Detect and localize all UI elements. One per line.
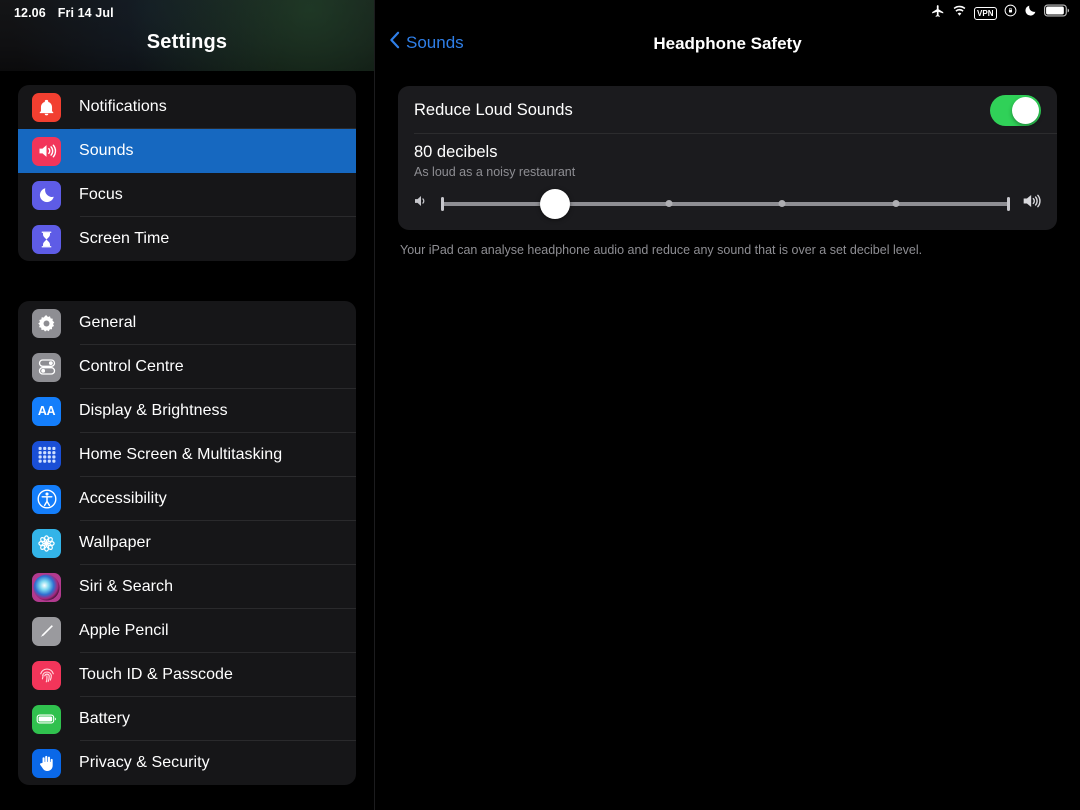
sidebar-item-general[interactable]: General bbox=[18, 301, 356, 345]
sidebar-item-display-brightness[interactable]: AA Display & Brightness bbox=[18, 389, 356, 433]
slider-cap-start bbox=[441, 196, 444, 211]
sidebar-item-notifications[interactable]: Notifications bbox=[18, 85, 356, 129]
headphone-safety-footnote: Your iPad can analyse headphone audio an… bbox=[400, 243, 923, 257]
sidebar-item-siri-search[interactable]: Siri & Search bbox=[18, 565, 356, 609]
gear-icon bbox=[32, 308, 61, 338]
fingerprint-icon bbox=[32, 660, 61, 690]
sidebar-item-label: Battery bbox=[79, 710, 131, 727]
app-grid-icon bbox=[32, 440, 61, 470]
page-title: Settings bbox=[146, 31, 228, 53]
reduce-loud-sounds-row[interactable]: Reduce Loud Sounds bbox=[398, 86, 1057, 134]
flower-icon bbox=[32, 528, 61, 558]
decibel-slider[interactable] bbox=[441, 188, 1010, 219]
sidebar-item-label: Siri & Search bbox=[79, 578, 174, 595]
detail-navigation-bar: Sounds Headphone Safety bbox=[375, 0, 1080, 71]
slider-track bbox=[441, 201, 1010, 206]
slider-tick bbox=[892, 200, 900, 207]
sidebar-item-label: Home Screen & Multitasking bbox=[79, 446, 283, 463]
sidebar-item-wallpaper[interactable]: Wallpaper bbox=[18, 521, 356, 565]
siri-orb-icon bbox=[32, 572, 61, 602]
hand-raised-icon bbox=[32, 748, 61, 778]
sidebar-item-label: Wallpaper bbox=[79, 534, 151, 551]
slider-tick bbox=[665, 200, 673, 207]
pencil-icon bbox=[32, 616, 61, 646]
decibel-description: As loud as a noisy restaurant bbox=[414, 165, 576, 179]
slider-thumb[interactable] bbox=[539, 188, 570, 219]
detail-content: Reduce Loud Sounds 80 decibels As loud a… bbox=[375, 86, 1080, 259]
ipad-settings-screen: 12.06 Fri 14 Jul Settings Notifications S… bbox=[0, 0, 1080, 810]
sidebar-item-label: Accessibility bbox=[79, 490, 167, 507]
headphone-safety-card: Reduce Loud Sounds 80 decibels As loud a… bbox=[398, 86, 1057, 230]
toggle-knob bbox=[1012, 96, 1039, 124]
sidebar-item-label: Notifications bbox=[79, 98, 167, 115]
decibel-value: 80 decibels bbox=[414, 143, 498, 161]
sidebar-item-privacy-security[interactable]: Privacy & Security bbox=[18, 741, 356, 785]
accessibility-person-icon bbox=[32, 484, 61, 514]
sidebar-item-apple-pencil[interactable]: Apple Pencil bbox=[18, 609, 356, 653]
sidebar-item-screen-time[interactable]: Screen Time bbox=[18, 217, 356, 261]
sidebar-item-label: Apple Pencil bbox=[79, 622, 169, 639]
sidebar-item-home-screen-multitasking[interactable]: Home Screen & Multitasking bbox=[18, 433, 356, 477]
sidebar-item-label: Screen Time bbox=[79, 230, 170, 247]
sidebar-item-touch-id-passcode[interactable]: Touch ID & Passcode bbox=[18, 653, 356, 697]
sidebar-item-label: Display & Brightness bbox=[79, 402, 228, 419]
sidebar-item-battery[interactable]: Battery bbox=[18, 697, 356, 741]
sidebar-item-sounds[interactable]: Sounds bbox=[18, 129, 356, 173]
status-bar-time: 12.06 bbox=[14, 6, 46, 20]
decibel-info-block: 80 decibels As loud as a noisy restauran… bbox=[398, 134, 1057, 183]
decibel-slider-row bbox=[398, 183, 1057, 230]
detail-pane: VPN Sounds Headphone Safety Reduce Loud … bbox=[375, 0, 1080, 810]
sidebar-group-2: General Control Centre AA Display & Brightn… bbox=[18, 301, 356, 785]
sidebar-item-label: Privacy & Security bbox=[79, 754, 210, 771]
speaker-low-icon bbox=[412, 192, 430, 215]
status-bar-date: Fri 14 Jul bbox=[57, 6, 114, 20]
reduce-loud-sounds-toggle[interactable] bbox=[990, 94, 1041, 126]
toggles-icon bbox=[32, 352, 61, 382]
sidebar-item-focus[interactable]: Focus bbox=[18, 173, 356, 217]
sidebar-item-label: Sounds bbox=[79, 142, 134, 159]
row-divider bbox=[414, 133, 1057, 134]
hourglass-icon bbox=[32, 224, 61, 254]
settings-sidebar: 12.06 Fri 14 Jul Settings Notifications S… bbox=[0, 0, 375, 810]
crescent-moon-icon bbox=[32, 180, 61, 210]
sidebar-item-label: Touch ID & Passcode bbox=[79, 666, 233, 683]
sidebar-item-label: General bbox=[79, 314, 137, 331]
battery-icon bbox=[32, 704, 61, 734]
sidebar-item-accessibility[interactable]: Accessibility bbox=[18, 477, 356, 521]
detail-title: Headphone Safety bbox=[653, 34, 802, 53]
sidebar-scroll-area: Notifications Sounds Focus Screen Time Gene… bbox=[0, 85, 374, 785]
sidebar-group-1: Notifications Sounds Focus Screen Time bbox=[18, 85, 356, 261]
slider-tick bbox=[778, 200, 786, 207]
aa-text-icon: AA bbox=[32, 396, 61, 426]
slider-cap-end bbox=[1007, 196, 1010, 211]
sidebar-item-label: Control Centre bbox=[79, 358, 184, 375]
bell-icon bbox=[32, 92, 61, 122]
sidebar-item-control-centre[interactable]: Control Centre bbox=[18, 345, 356, 389]
status-bar-left: 12.06 Fri 14 Jul bbox=[0, 3, 374, 23]
reduce-loud-sounds-label: Reduce Loud Sounds bbox=[414, 100, 573, 119]
sidebar-header: 12.06 Fri 14 Jul Settings bbox=[0, 0, 374, 71]
sidebar-item-label: Focus bbox=[79, 186, 123, 203]
speaker-high-icon bbox=[1021, 191, 1043, 216]
speaker-waves-icon bbox=[32, 136, 61, 166]
